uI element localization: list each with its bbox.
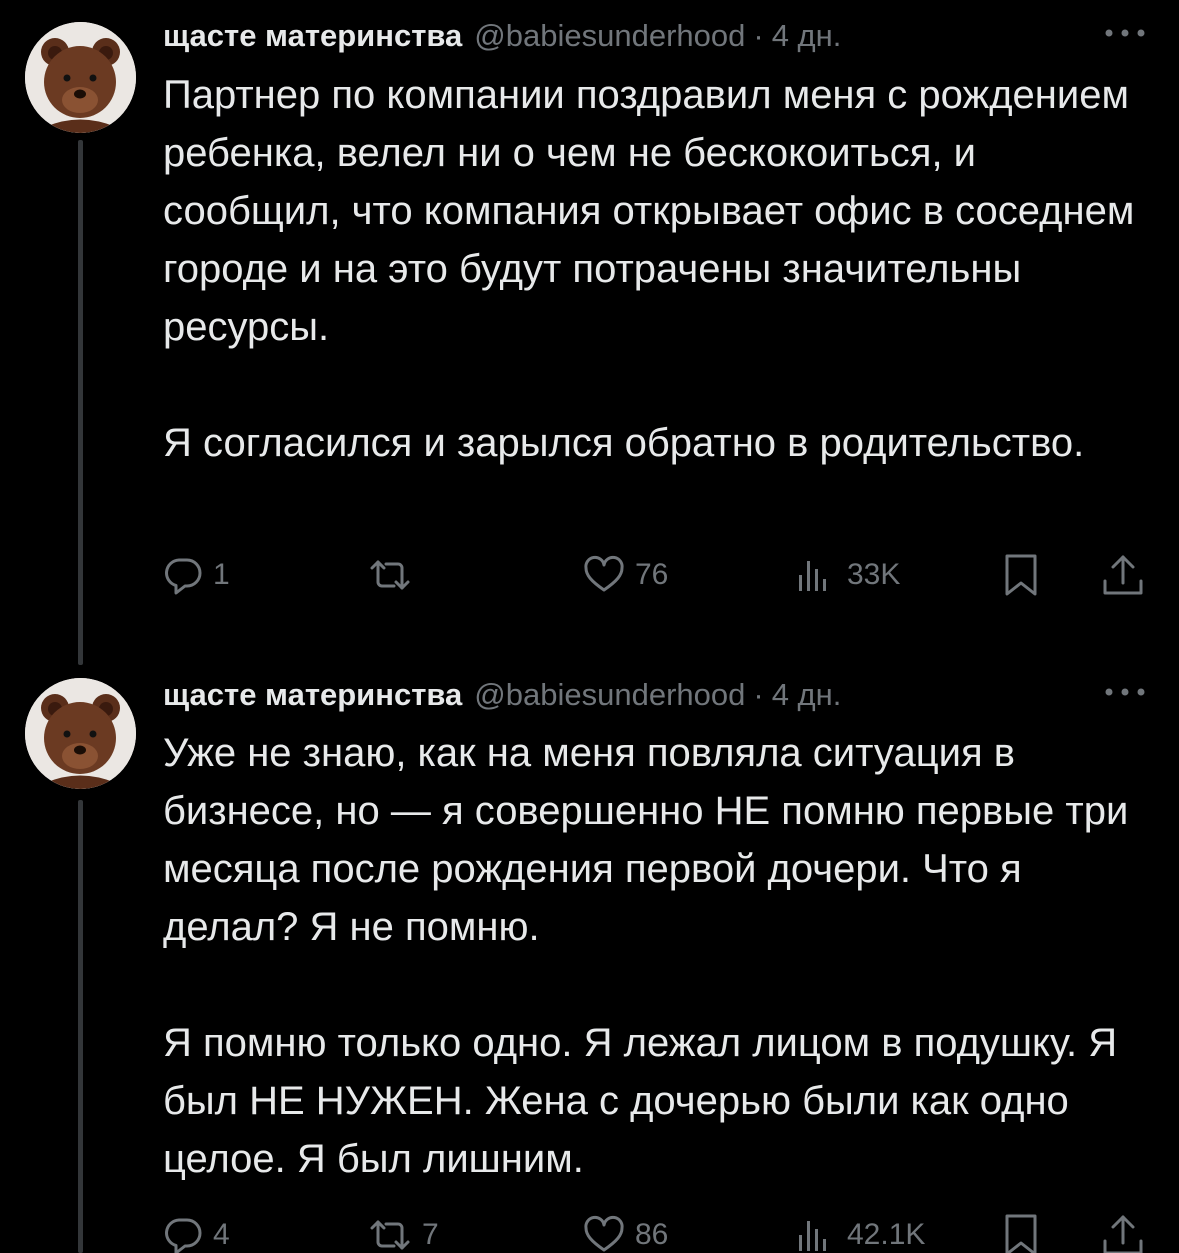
action-bar: 4 7 86 42.1K bbox=[163, 1210, 1153, 1253]
views-icon bbox=[793, 1215, 837, 1253]
repost-icon bbox=[368, 555, 412, 595]
views-count: 42.1K bbox=[847, 1218, 926, 1251]
more-icon[interactable] bbox=[1101, 18, 1149, 48]
display-name[interactable]: щасте материнства bbox=[163, 677, 462, 713]
like-count: 76 bbox=[635, 558, 669, 591]
share-button[interactable] bbox=[1101, 550, 1145, 600]
tweet-paragraph: Уже не знаю, как на меня повляла ситуаци… bbox=[163, 731, 1129, 949]
views-button[interactable]: 33K bbox=[793, 550, 900, 600]
views-button[interactable]: 42.1K bbox=[793, 1210, 925, 1253]
repost-count: 7 bbox=[422, 1218, 439, 1251]
bookmark-icon bbox=[1001, 553, 1041, 597]
separator-dot: · bbox=[753, 677, 764, 712]
timestamp[interactable]: 4 дн. bbox=[772, 677, 842, 713]
repost-button[interactable]: 7 bbox=[368, 1210, 439, 1253]
reply-icon bbox=[163, 555, 203, 595]
reply-icon bbox=[163, 1215, 203, 1253]
like-button[interactable]: 86 bbox=[583, 1210, 668, 1253]
bookmark-icon bbox=[1001, 1213, 1041, 1253]
separator-dot: · bbox=[753, 18, 764, 53]
more-icon[interactable] bbox=[1101, 677, 1149, 707]
user-handle[interactable]: @babiesunderhood bbox=[474, 677, 745, 713]
tweet-paragraph: Я помню только одно. Я лежал лицом в под… bbox=[163, 1021, 1118, 1181]
action-bar: 1 76 33K bbox=[163, 550, 1153, 600]
views-count: 33K bbox=[847, 558, 901, 591]
user-handle[interactable]: @babiesunderhood bbox=[474, 18, 745, 54]
avatar[interactable] bbox=[25, 22, 136, 133]
reply-button[interactable]: 1 bbox=[163, 550, 230, 600]
tweet-text: Партнер по компании поздравил меня с рож… bbox=[163, 66, 1153, 472]
like-button[interactable]: 76 bbox=[583, 550, 668, 600]
like-count: 86 bbox=[635, 1218, 669, 1251]
tweet-header: щасте материнства @babiesunderhood · 4 д… bbox=[163, 14, 1149, 58]
reply-button[interactable]: 4 bbox=[163, 1210, 230, 1253]
tweet-header: щасте материнства @babiesunderhood · 4 д… bbox=[163, 673, 1149, 717]
bookmark-button[interactable] bbox=[1001, 550, 1041, 600]
views-icon bbox=[793, 555, 837, 595]
timestamp[interactable]: 4 дн. bbox=[772, 18, 842, 54]
share-icon bbox=[1101, 553, 1145, 597]
repost-button[interactable] bbox=[368, 550, 422, 600]
tweet-paragraph: Партнер по компании поздравил меня с рож… bbox=[163, 73, 1135, 349]
heart-icon bbox=[583, 555, 625, 595]
bookmark-button[interactable] bbox=[1001, 1210, 1041, 1253]
share-icon bbox=[1101, 1213, 1145, 1253]
display-name[interactable]: щасте материнства bbox=[163, 18, 462, 54]
avatar[interactable] bbox=[25, 678, 136, 789]
tweet-paragraph: Я согласился и зарылся обратно в родител… bbox=[163, 421, 1085, 465]
reply-count: 4 bbox=[213, 1218, 230, 1251]
thread-view: щасте материнства @babiesunderhood · 4 д… bbox=[0, 0, 1179, 1253]
heart-icon bbox=[583, 1215, 625, 1253]
share-button[interactable] bbox=[1101, 1210, 1145, 1253]
repost-icon bbox=[368, 1215, 412, 1253]
tweet[interactable]: щасте материнства @babiesunderhood · 4 д… bbox=[0, 660, 1179, 1253]
tweet[interactable]: щасте материнства @babiesunderhood · 4 д… bbox=[0, 0, 1179, 640]
tweet-text: Уже не знаю, как на меня повляла ситуаци… bbox=[163, 724, 1153, 1188]
reply-count: 1 bbox=[213, 558, 230, 591]
